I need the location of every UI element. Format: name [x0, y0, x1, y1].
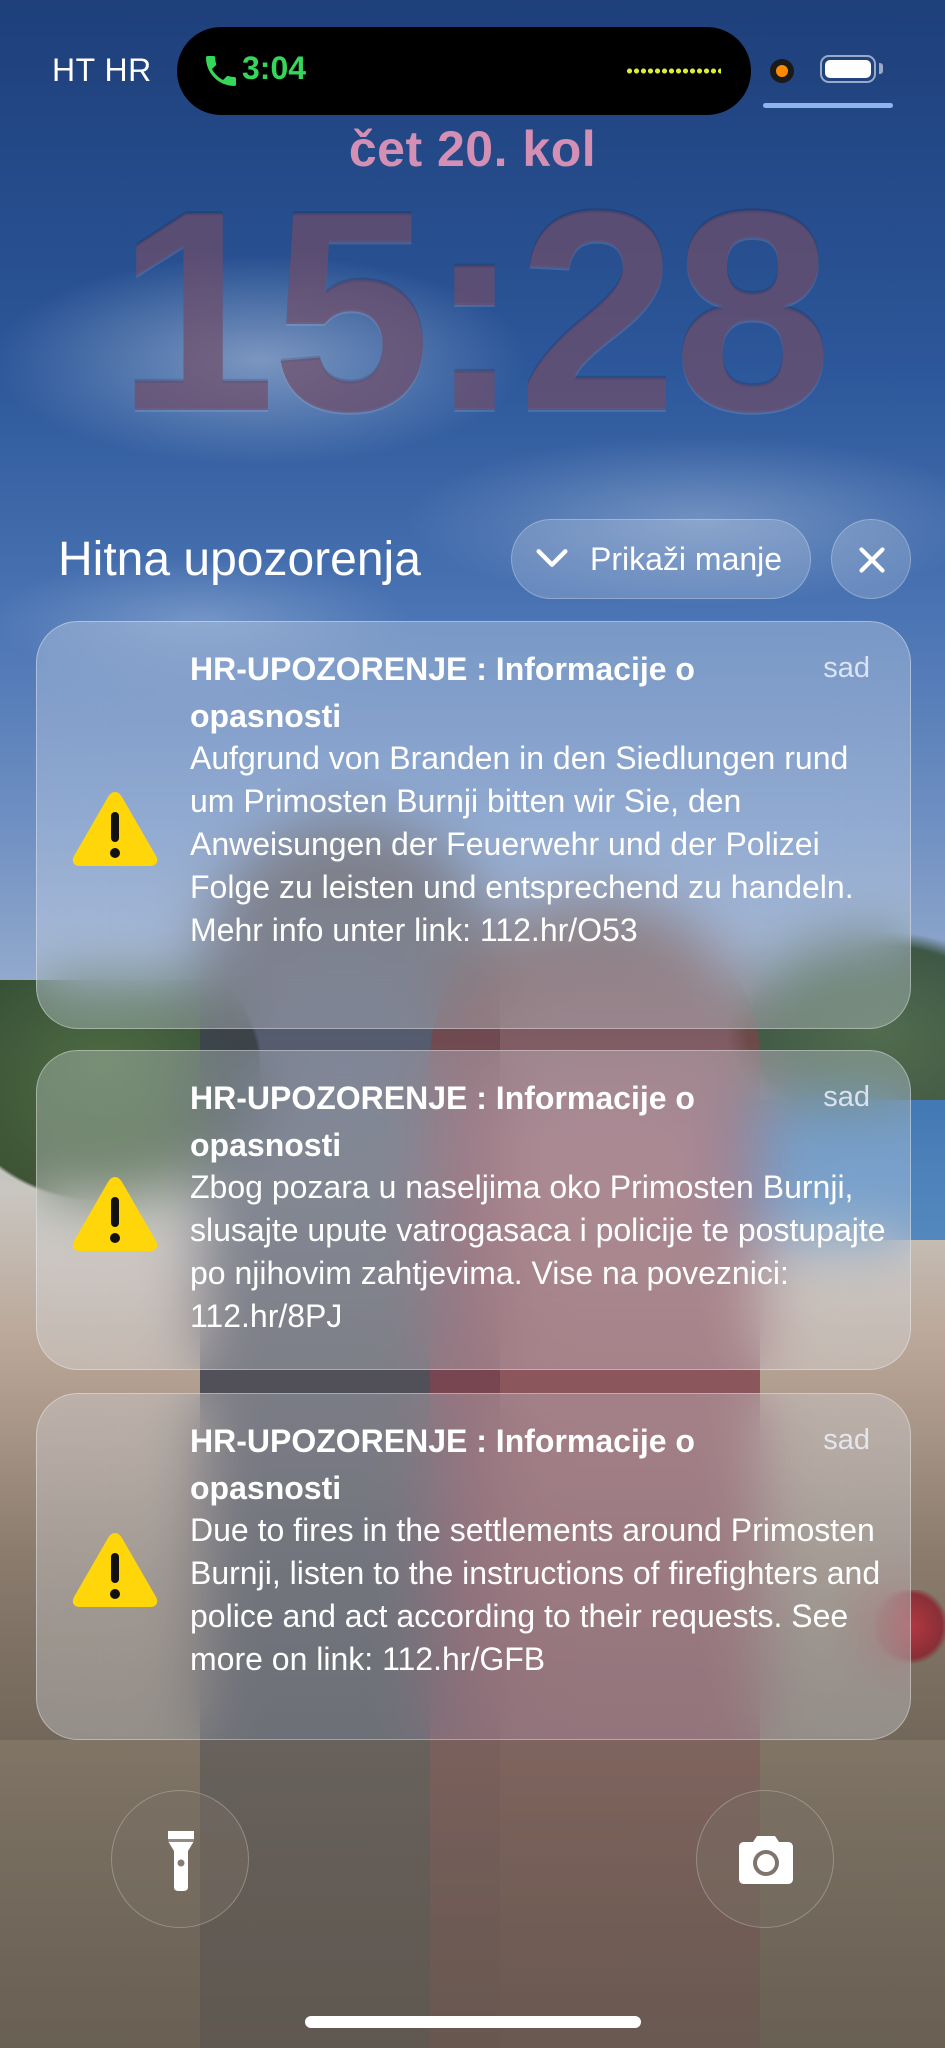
battery-level-fill — [825, 60, 871, 78]
emergency-alert-card[interactable]: HR-UPOZORENJE : Informacije o opasnosti … — [36, 1050, 911, 1370]
dynamic-island-call[interactable]: 3:04 — [177, 27, 751, 115]
alert-time: sad — [823, 1081, 870, 1113]
camera-button[interactable] — [696, 1790, 834, 1928]
alert-body: Aufgrund von Branden in den Siedlungen r… — [190, 740, 854, 948]
warning-icon — [72, 1533, 158, 1607]
alert-time: sad — [823, 1424, 870, 1456]
alert-title: HR-UPOZORENJE : Informacije o opasnosti — [190, 651, 695, 734]
alert-title: HR-UPOZORENJE : Informacije o opasnosti — [190, 1080, 695, 1163]
phone-icon — [206, 56, 236, 86]
show-less-button[interactable]: Prikaži manje — [511, 519, 811, 599]
privacy-indicator-icon — [770, 59, 794, 83]
home-indicator[interactable] — [305, 2016, 641, 2028]
alert-time: sad — [823, 652, 870, 684]
clear-alerts-button[interactable] — [831, 519, 911, 599]
warning-icon — [72, 792, 158, 866]
call-duration: 3:04 — [242, 50, 307, 86]
flashlight-button[interactable] — [111, 1790, 249, 1928]
warning-icon — [72, 1177, 158, 1251]
flashlight-icon — [168, 1831, 194, 1891]
camera-icon — [739, 1836, 793, 1884]
emergency-alert-card[interactable]: HR-UPOZORENJE : Informacije o opasnosti … — [36, 621, 911, 1029]
alert-body: Due to fires in the settlements around P… — [190, 1512, 881, 1677]
show-less-label: Prikaži manje — [590, 541, 783, 577]
emergency-alerts-title: Hitna upozorenja — [58, 533, 421, 586]
control-center-indicator[interactable] — [763, 103, 893, 108]
battery-tip — [879, 63, 883, 74]
lock-screen-clock: 15:28 — [116, 151, 832, 471]
carrier-label: HT HR — [52, 52, 152, 88]
alert-title: HR-UPOZORENJE : Informacije o opasnosti — [190, 1423, 695, 1506]
battery-icon — [820, 55, 876, 83]
chevron-down-icon — [536, 549, 568, 567]
emergency-alert-card[interactable]: HR-UPOZORENJE : Informacije o opasnosti … — [36, 1393, 911, 1740]
close-icon — [859, 547, 885, 573]
alert-body: Zbog pozara u naseljima oko Primosten Bu… — [190, 1169, 886, 1334]
audio-waveform-icon — [626, 67, 721, 75]
